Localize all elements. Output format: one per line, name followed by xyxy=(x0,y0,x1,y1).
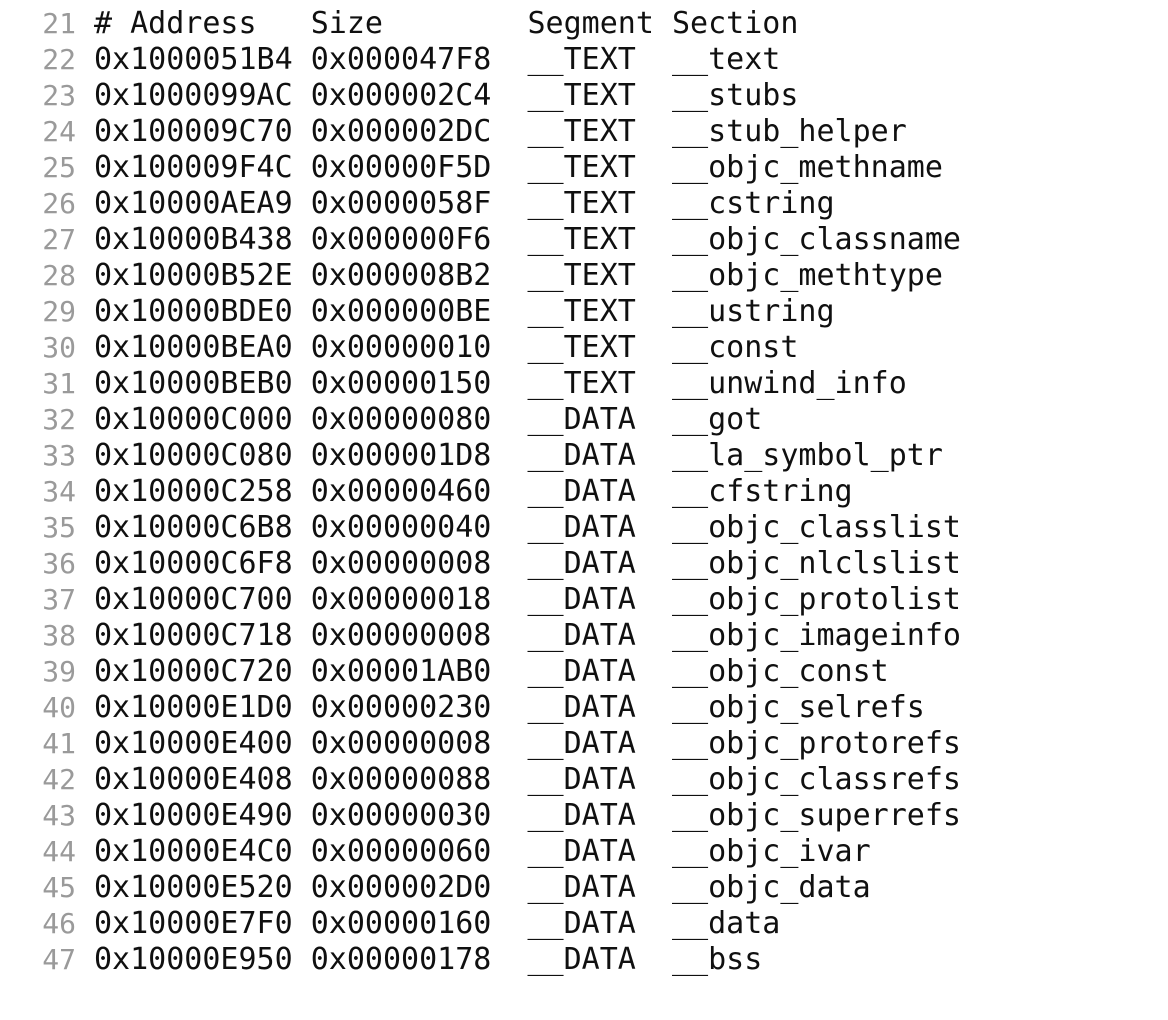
line-number: 34 xyxy=(42,475,76,508)
code-line[interactable]: 42 0x10000E408 0x00000088 __DATA __objc_c… xyxy=(0,762,1168,798)
code-line[interactable]: 23 0x1000099AC 0x000002C4 __TEXT __stubs xyxy=(0,78,1168,114)
line-number: 38 xyxy=(42,619,76,652)
line-number: 25 xyxy=(42,151,76,184)
line-number: 29 xyxy=(42,295,76,328)
line-content[interactable]: 0x10000C080 0x000001D8 __DATA __la_symbo… xyxy=(94,438,943,474)
line-number: 47 xyxy=(42,943,76,976)
code-line[interactable]: 34 0x10000C258 0x00000460 __DATA __cfstri… xyxy=(0,474,1168,510)
code-line[interactable]: 24 0x100009C70 0x000002DC __TEXT __stub_h… xyxy=(0,114,1168,150)
code-line[interactable]: 35 0x10000C6B8 0x00000040 __DATA __objc_c… xyxy=(0,510,1168,546)
code-line[interactable]: 33 0x10000C080 0x000001D8 __DATA __la_sym… xyxy=(0,438,1168,474)
code-viewer[interactable]: 20# Sections:21# Address Size Segment Se… xyxy=(0,0,1168,1020)
code-line[interactable]: 22 0x1000051B4 0x000047F8 __TEXT __text xyxy=(0,42,1168,78)
line-number: 39 xyxy=(42,655,76,688)
line-content[interactable]: 0x10000E408 0x00000088 __DATA __objc_cla… xyxy=(94,762,961,798)
code-line[interactable]: 25 0x100009F4C 0x00000F5D __TEXT __objc_m… xyxy=(0,150,1168,186)
code-line[interactable]: 41 0x10000E400 0x00000008 __DATA __objc_p… xyxy=(0,726,1168,762)
line-number: 45 xyxy=(42,871,76,904)
line-content[interactable]: 0x10000BEA0 0x00000010 __TEXT __const xyxy=(94,330,798,366)
line-number: 35 xyxy=(42,511,76,544)
line-number: 31 xyxy=(42,367,76,400)
code-line[interactable]: 29 0x10000BDE0 0x000000BE __TEXT __ustrin… xyxy=(0,294,1168,330)
line-content[interactable]: # Address Size Segment Section xyxy=(94,6,798,42)
code-line-list: 20# Sections:21# Address Size Segment Se… xyxy=(0,0,1168,978)
code-line[interactable]: 37 0x10000C700 0x00000018 __DATA __objc_p… xyxy=(0,582,1168,618)
code-line[interactable]: 38 0x10000C718 0x00000008 __DATA __objc_i… xyxy=(0,618,1168,654)
line-content[interactable]: 0x1000099AC 0x000002C4 __TEXT __stubs xyxy=(94,78,798,114)
line-content[interactable]: 0x10000C6B8 0x00000040 __DATA __objc_cla… xyxy=(94,510,961,546)
line-number: 33 xyxy=(42,439,76,472)
line-content[interactable]: 0x10000C258 0x00000460 __DATA __cfstring xyxy=(94,474,853,510)
line-number: 27 xyxy=(42,223,76,256)
line-content[interactable]: 0x10000C6F8 0x00000008 __DATA __objc_nlc… xyxy=(94,546,961,582)
line-content[interactable]: 0x10000B438 0x000000F6 __TEXT __objc_cla… xyxy=(94,222,961,258)
code-line[interactable]: 44 0x10000E4C0 0x00000060 __DATA __objc_i… xyxy=(0,834,1168,870)
code-line[interactable]: 36 0x10000C6F8 0x00000008 __DATA __objc_n… xyxy=(0,546,1168,582)
code-line[interactable]: 46 0x10000E7F0 0x00000160 __DATA __data xyxy=(0,906,1168,942)
line-content[interactable]: 0x10000E7F0 0x00000160 __DATA __data xyxy=(94,906,780,942)
line-number: 36 xyxy=(42,547,76,580)
line-content[interactable]: 0x10000E400 0x00000008 __DATA __objc_pro… xyxy=(94,726,961,762)
line-number: 21 xyxy=(42,7,76,40)
line-number: 41 xyxy=(42,727,76,760)
code-line[interactable]: 32 0x10000C000 0x00000080 __DATA __got xyxy=(0,402,1168,438)
line-content[interactable]: 0x10000E1D0 0x00000230 __DATA __objc_sel… xyxy=(94,690,925,726)
code-line[interactable]: 30 0x10000BEA0 0x00000010 __TEXT __const xyxy=(0,330,1168,366)
line-number: 28 xyxy=(42,259,76,292)
code-line[interactable]: 45 0x10000E520 0x000002D0 __DATA __objc_d… xyxy=(0,870,1168,906)
line-content[interactable]: 0x10000AEA9 0x0000058F __TEXT __cstring xyxy=(94,186,835,222)
line-content[interactable]: 0x10000BDE0 0x000000BE __TEXT __ustring xyxy=(94,294,835,330)
code-line[interactable]: 40 0x10000E1D0 0x00000230 __DATA __objc_s… xyxy=(0,690,1168,726)
line-content[interactable]: 0x10000C700 0x00000018 __DATA __objc_pro… xyxy=(94,582,961,618)
line-number: 37 xyxy=(42,583,76,616)
code-line[interactable]: 39 0x10000C720 0x00001AB0 __DATA __objc_c… xyxy=(0,654,1168,690)
line-content[interactable]: 0x10000C000 0x00000080 __DATA __got xyxy=(94,402,762,438)
line-content[interactable]: 0x10000C720 0x00001AB0 __DATA __objc_con… xyxy=(94,654,889,690)
line-content[interactable]: 0x10000BEB0 0x00000150 __TEXT __unwind_i… xyxy=(94,366,907,402)
line-number: 23 xyxy=(42,79,76,112)
code-line[interactable]: 28 0x10000B52E 0x000008B2 __TEXT __objc_m… xyxy=(0,258,1168,294)
line-content[interactable]: 0x10000E520 0x000002D0 __DATA __objc_dat… xyxy=(94,870,871,906)
line-content[interactable]: 0x10000E490 0x00000030 __DATA __objc_sup… xyxy=(94,798,961,834)
line-number: 30 xyxy=(42,331,76,364)
line-number: 22 xyxy=(42,43,76,76)
line-content[interactable]: 0x1000051B4 0x000047F8 __TEXT __text xyxy=(94,42,780,78)
code-line[interactable]: 26 0x10000AEA9 0x0000058F __TEXT __cstrin… xyxy=(0,186,1168,222)
line-number: 46 xyxy=(42,907,76,940)
line-number: 43 xyxy=(42,799,76,832)
line-number: 24 xyxy=(42,115,76,148)
line-content[interactable]: 0x100009C70 0x000002DC __TEXT __stub_hel… xyxy=(94,114,907,150)
line-content[interactable]: 0x10000E4C0 0x00000060 __DATA __objc_iva… xyxy=(94,834,871,870)
line-number: 32 xyxy=(42,403,76,436)
line-content[interactable]: 0x10000C718 0x00000008 __DATA __objc_ima… xyxy=(94,618,961,654)
code-line[interactable]: 43 0x10000E490 0x00000030 __DATA __objc_s… xyxy=(0,798,1168,834)
line-content[interactable]: 0x10000B52E 0x000008B2 __TEXT __objc_met… xyxy=(94,258,943,294)
line-number: 26 xyxy=(42,187,76,220)
line-content[interactable]: 0x10000E950 0x00000178 __DATA __bss xyxy=(94,942,762,978)
line-number: 40 xyxy=(42,691,76,724)
line-number: 42 xyxy=(42,763,76,796)
code-line[interactable]: 31 0x10000BEB0 0x00000150 __TEXT __unwind… xyxy=(0,366,1168,402)
line-content[interactable]: 0x100009F4C 0x00000F5D __TEXT __objc_met… xyxy=(94,150,943,186)
code-line[interactable]: 27 0x10000B438 0x000000F6 __TEXT __objc_c… xyxy=(0,222,1168,258)
code-line[interactable]: 21 # Address Size Segment Section xyxy=(0,6,1168,42)
line-number: 44 xyxy=(42,835,76,868)
code-line[interactable]: 47 0x10000E950 0x00000178 __DATA __bss xyxy=(0,942,1168,978)
